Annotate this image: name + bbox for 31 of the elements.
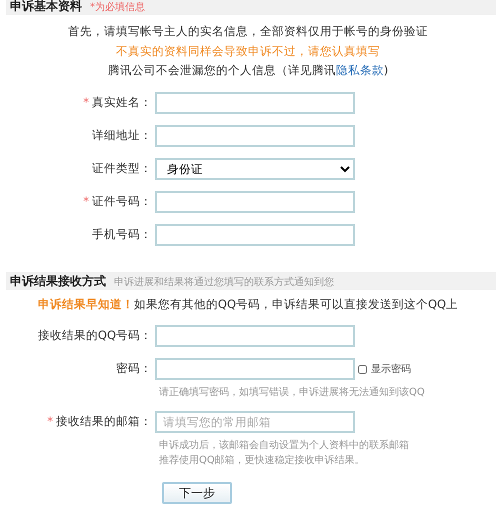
field-label: 密码： [115,360,152,378]
field-label: * 接收结果的邮箱： [46,413,152,430]
notice-text: 申诉结果早知道！如果您有其他的QQ号码，申诉结果可以直接发送到这个QQ上 [36,296,460,312]
field-label: 接收结果的QQ号码： [36,327,152,344]
intro-text: 不真实的资料同样会导致申诉不过，请您认真填写 [115,42,381,60]
field-label: 手机号码： [91,226,152,243]
hint-text: 请正确填写密码，如填写错误，申诉进展将无法通知到该QQ [158,386,426,400]
input-field[interactable] [155,325,355,347]
input-field[interactable] [155,124,355,146]
select-field[interactable]: 身份证 [155,158,355,180]
checkbox[interactable] [358,364,367,374]
input-field[interactable] [155,224,355,246]
hint-text: 申诉成功后，该邮箱会自动设置为个人资料中的联系邮箱 [158,438,410,453]
intro-text: 腾讯公司不会泄漏您的个人信息（详见腾讯隐私条款) [106,62,390,79]
input-field[interactable]: 请填写您的常用邮箱 [155,411,355,433]
field-label: * 真实姓名： [82,94,152,111]
field-label: * 证件号码： [82,192,152,210]
password-field[interactable] [155,358,355,380]
privacy-link[interactable]: 隐私条款 [336,63,384,77]
section-title: 申诉基本资料 [10,0,82,15]
input-field[interactable] [155,92,355,114]
section-note: *为必填信息 [90,0,145,15]
field-label: 证件类型： [91,160,152,177]
hint-text: 推荐使用QQ邮箱，更快速稳定接收申诉结果。 [158,454,366,468]
section-title: 申诉结果接收方式 [10,272,106,290]
input-field[interactable] [155,190,355,212]
section-note: 申诉进展和结果将通过您填写的联系方式通知到您 [114,276,334,290]
intro-text: 首先，请填写帐号主人的实名信息，全部资料仅用于帐号的身份验证 [67,23,429,40]
checkbox-label: 显示密码 [371,362,411,376]
next-button[interactable]: 下一步 [162,482,232,504]
field-label: 详细地址： [91,126,152,144]
